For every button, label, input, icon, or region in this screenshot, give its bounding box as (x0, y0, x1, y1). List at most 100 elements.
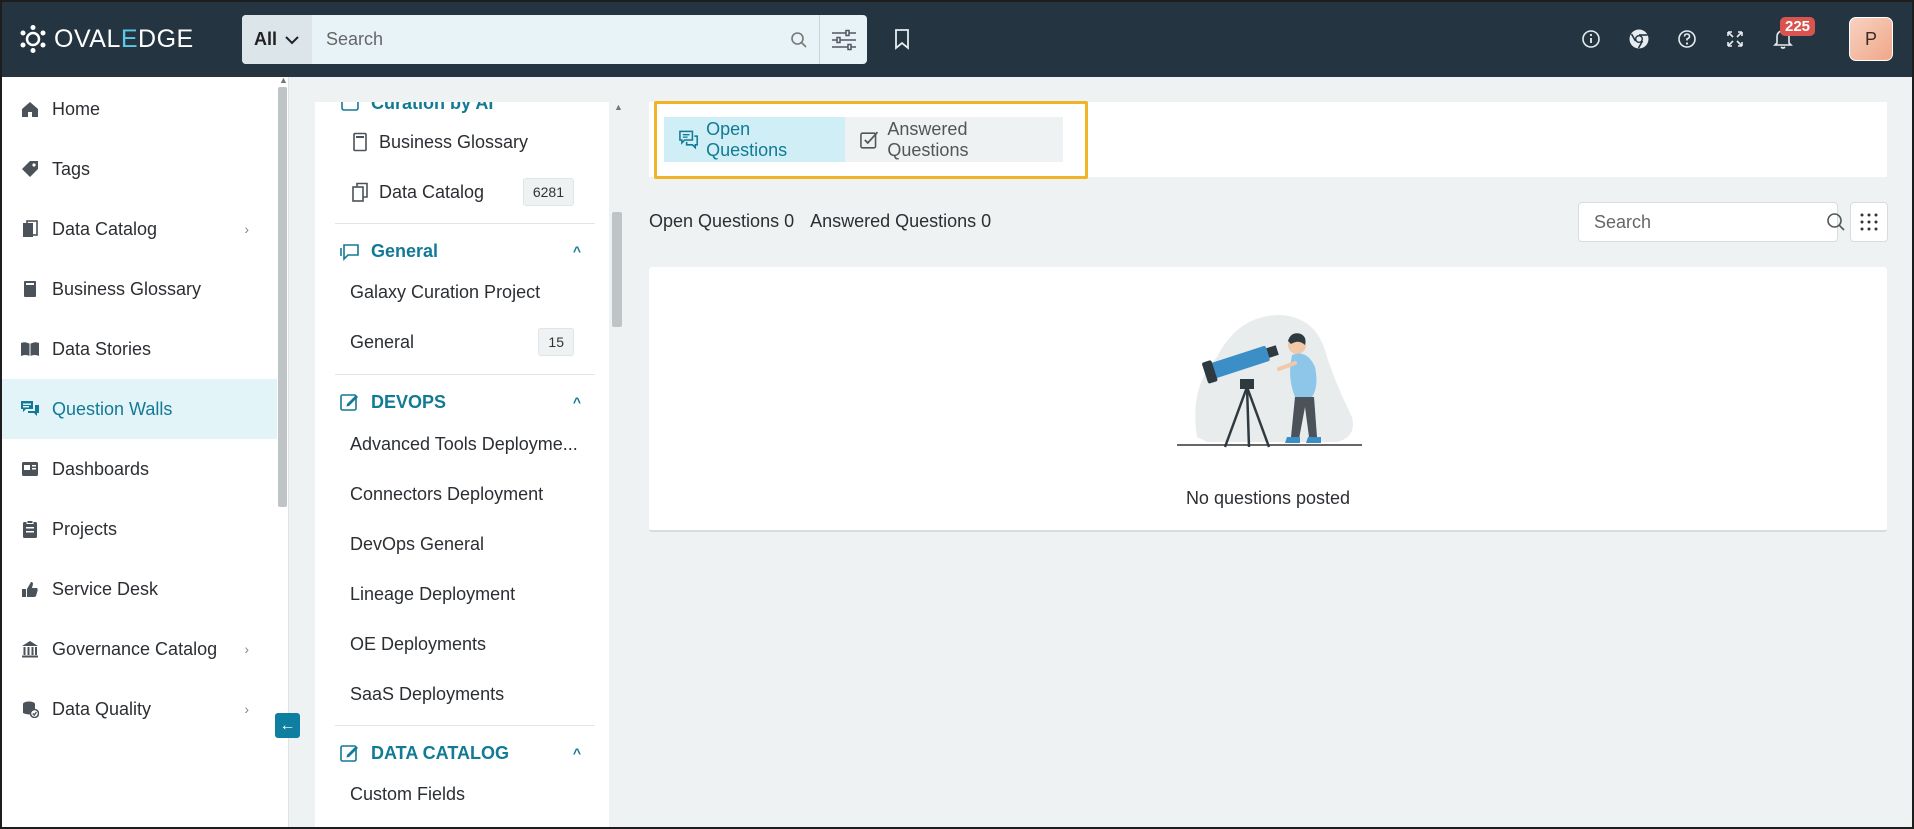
wall-item-label: OE Deployments (350, 633, 487, 654)
advanced-filter-button[interactable] (819, 15, 867, 64)
wall-item-label: Data Catalog (379, 181, 485, 202)
wall-item-devops-general[interactable]: DevOps General (315, 520, 609, 568)
chrome-icon[interactable] (1628, 28, 1650, 50)
walls-group-devops-heading[interactable]: DEVOPS ^ (339, 387, 609, 417)
user-avatar[interactable]: P (1849, 17, 1893, 61)
chevron-up-icon: ^ (572, 394, 581, 410)
global-search: All (242, 15, 867, 64)
sidebar-item-service-desk[interactable]: Service Desk (2, 559, 277, 619)
sidebar-item-label: Data Quality (52, 698, 152, 719)
global-search-input[interactable] (312, 15, 779, 64)
walls-group-label: DEVOPS (371, 391, 447, 412)
wall-item-label: Lineage Deployment (350, 583, 516, 604)
grid-dots-icon (1860, 213, 1878, 231)
top-bar: OVALEDGE All 22 (0, 0, 1914, 77)
sidebar-item-label: Projects (52, 518, 118, 539)
home-icon (20, 99, 40, 119)
wall-item-custom-fields[interactable]: Custom Fields (315, 770, 609, 818)
bank-icon (20, 639, 40, 659)
scroll-up-arrow[interactable]: ▲ (614, 102, 623, 112)
wall-item-label: Advanced Tools Deployme... (350, 433, 578, 454)
wall-item-general[interactable]: General 15 (315, 318, 609, 366)
sidebar-item-home[interactable]: Home (2, 79, 277, 139)
scroll-up-arrow[interactable]: ▲ (279, 75, 288, 85)
wall-item-connectors[interactable]: Connectors Deployment (315, 470, 609, 518)
wall-item-saas[interactable]: SaaS Deployments (315, 670, 609, 718)
catalog-outline-icon (352, 182, 368, 202)
sidebar-item-label: Tags (52, 158, 91, 179)
divider (335, 725, 595, 726)
walls-group-general-heading[interactable]: General ^ (339, 236, 609, 266)
sidebar-item-data-stories[interactable]: Data Stories (2, 319, 277, 379)
sidebar-item-question-walls[interactable]: Question Walls (2, 379, 277, 439)
wall-item-lineage[interactable]: Lineage Deployment (315, 570, 609, 618)
notification-count-badge: 225 (1780, 17, 1816, 36)
telescope-illustration (1177, 315, 1362, 448)
main-sidebar: ▲ Home Tags Data Catalog › Business Glos… (2, 75, 289, 829)
questions-search-input[interactable] (1579, 204, 1826, 240)
sidebar-item-projects[interactable]: Projects (2, 499, 277, 559)
tabs-highlight-box (654, 101, 1088, 179)
questions-search (1578, 202, 1845, 242)
chevron-right-icon: › (244, 701, 249, 717)
search-icon[interactable] (1826, 212, 1846, 232)
wall-count-badge: 6281 (522, 178, 574, 206)
sidebar-item-label: Data Stories (52, 338, 152, 359)
ovaledge-logo[interactable]: OVAL E DGE (18, 24, 194, 54)
help-icon[interactable] (1676, 28, 1698, 50)
logo-icon (20, 25, 46, 53)
sidebar-item-label: Governance Catalog (52, 638, 218, 659)
chevron-up-icon: ^ (572, 243, 581, 259)
wall-item-label: DevOps General (350, 533, 485, 554)
wall-item-galaxy-curation[interactable]: Galaxy Curation Project (315, 268, 609, 316)
wall-item-label: Business Glossary (379, 131, 529, 152)
sliders-icon (831, 29, 856, 50)
search-scope-select[interactable]: All (242, 15, 312, 64)
empty-state-card: No questions posted (649, 267, 1887, 532)
walls-group-curation-heading[interactable]: Curation by AI (339, 102, 493, 118)
dashboard-icon (20, 459, 40, 479)
wall-item-data-catalog[interactable]: Data Catalog 6281 (315, 168, 609, 216)
wall-item-advanced-tools[interactable]: Advanced Tools Deployme... (315, 420, 609, 468)
chevron-right-icon: › (244, 221, 249, 237)
bookmark-icon[interactable] (892, 28, 912, 55)
quality-icon (20, 699, 40, 719)
chat-icon (20, 399, 40, 419)
sidebar-item-tags[interactable]: Tags (2, 139, 277, 199)
wall-item-business-glossary[interactable]: Business Glossary (315, 118, 609, 166)
sidebar-item-label: Data Catalog (52, 218, 158, 239)
sidebar-item-label: Home (52, 98, 101, 119)
walls-list-panel: Curation by AI Business Glossary Data Ca… (315, 102, 609, 829)
fullscreen-icon[interactable] (1724, 28, 1746, 50)
sidebar-item-data-catalog[interactable]: Data Catalog › (2, 199, 277, 259)
catalog-icon (20, 219, 40, 239)
chevron-down-icon (285, 35, 299, 44)
sidebar-item-business-glossary[interactable]: Business Glossary (2, 259, 277, 319)
logo-text-a: OVAL (54, 24, 121, 53)
sidebar-item-label: Question Walls (52, 398, 173, 419)
grid-view-button[interactable] (1850, 202, 1888, 242)
clipboard-icon (20, 519, 40, 539)
sidebar-item-dashboards[interactable]: Dashboards (2, 439, 277, 499)
sidebar-scrollbar[interactable] (278, 87, 287, 507)
sidebar-item-data-quality[interactable]: Data Quality › (2, 679, 277, 739)
sidebar-item-governance-catalog[interactable]: Governance Catalog › (2, 619, 277, 679)
wall-item-label: General (350, 331, 415, 352)
search-icon[interactable] (779, 31, 819, 49)
walls-group-data-catalog-heading[interactable]: DATA CATALOG ^ (339, 738, 609, 768)
walls-group-label: General (371, 240, 439, 261)
hand-icon (20, 579, 40, 599)
arrow-left-icon: ← (279, 716, 296, 734)
sidebar-item-label: Service Desk (52, 578, 159, 599)
collapse-sidebar-button[interactable]: ← (275, 713, 300, 738)
logo-text-e: E (120, 24, 139, 53)
wall-item-label: SaaS Deployments (350, 683, 505, 704)
empty-state-message: No questions posted (1185, 488, 1351, 508)
stories-icon (20, 339, 40, 359)
question-counts: Open Questions 0 Answered Questions 0 (649, 211, 991, 232)
chevron-right-icon: › (244, 641, 249, 657)
walls-list-scrollbar[interactable] (612, 212, 622, 327)
book-outline-icon (353, 132, 367, 152)
wall-item-oe-deployments[interactable]: OE Deployments (315, 620, 609, 668)
info-icon[interactable] (1580, 28, 1602, 50)
